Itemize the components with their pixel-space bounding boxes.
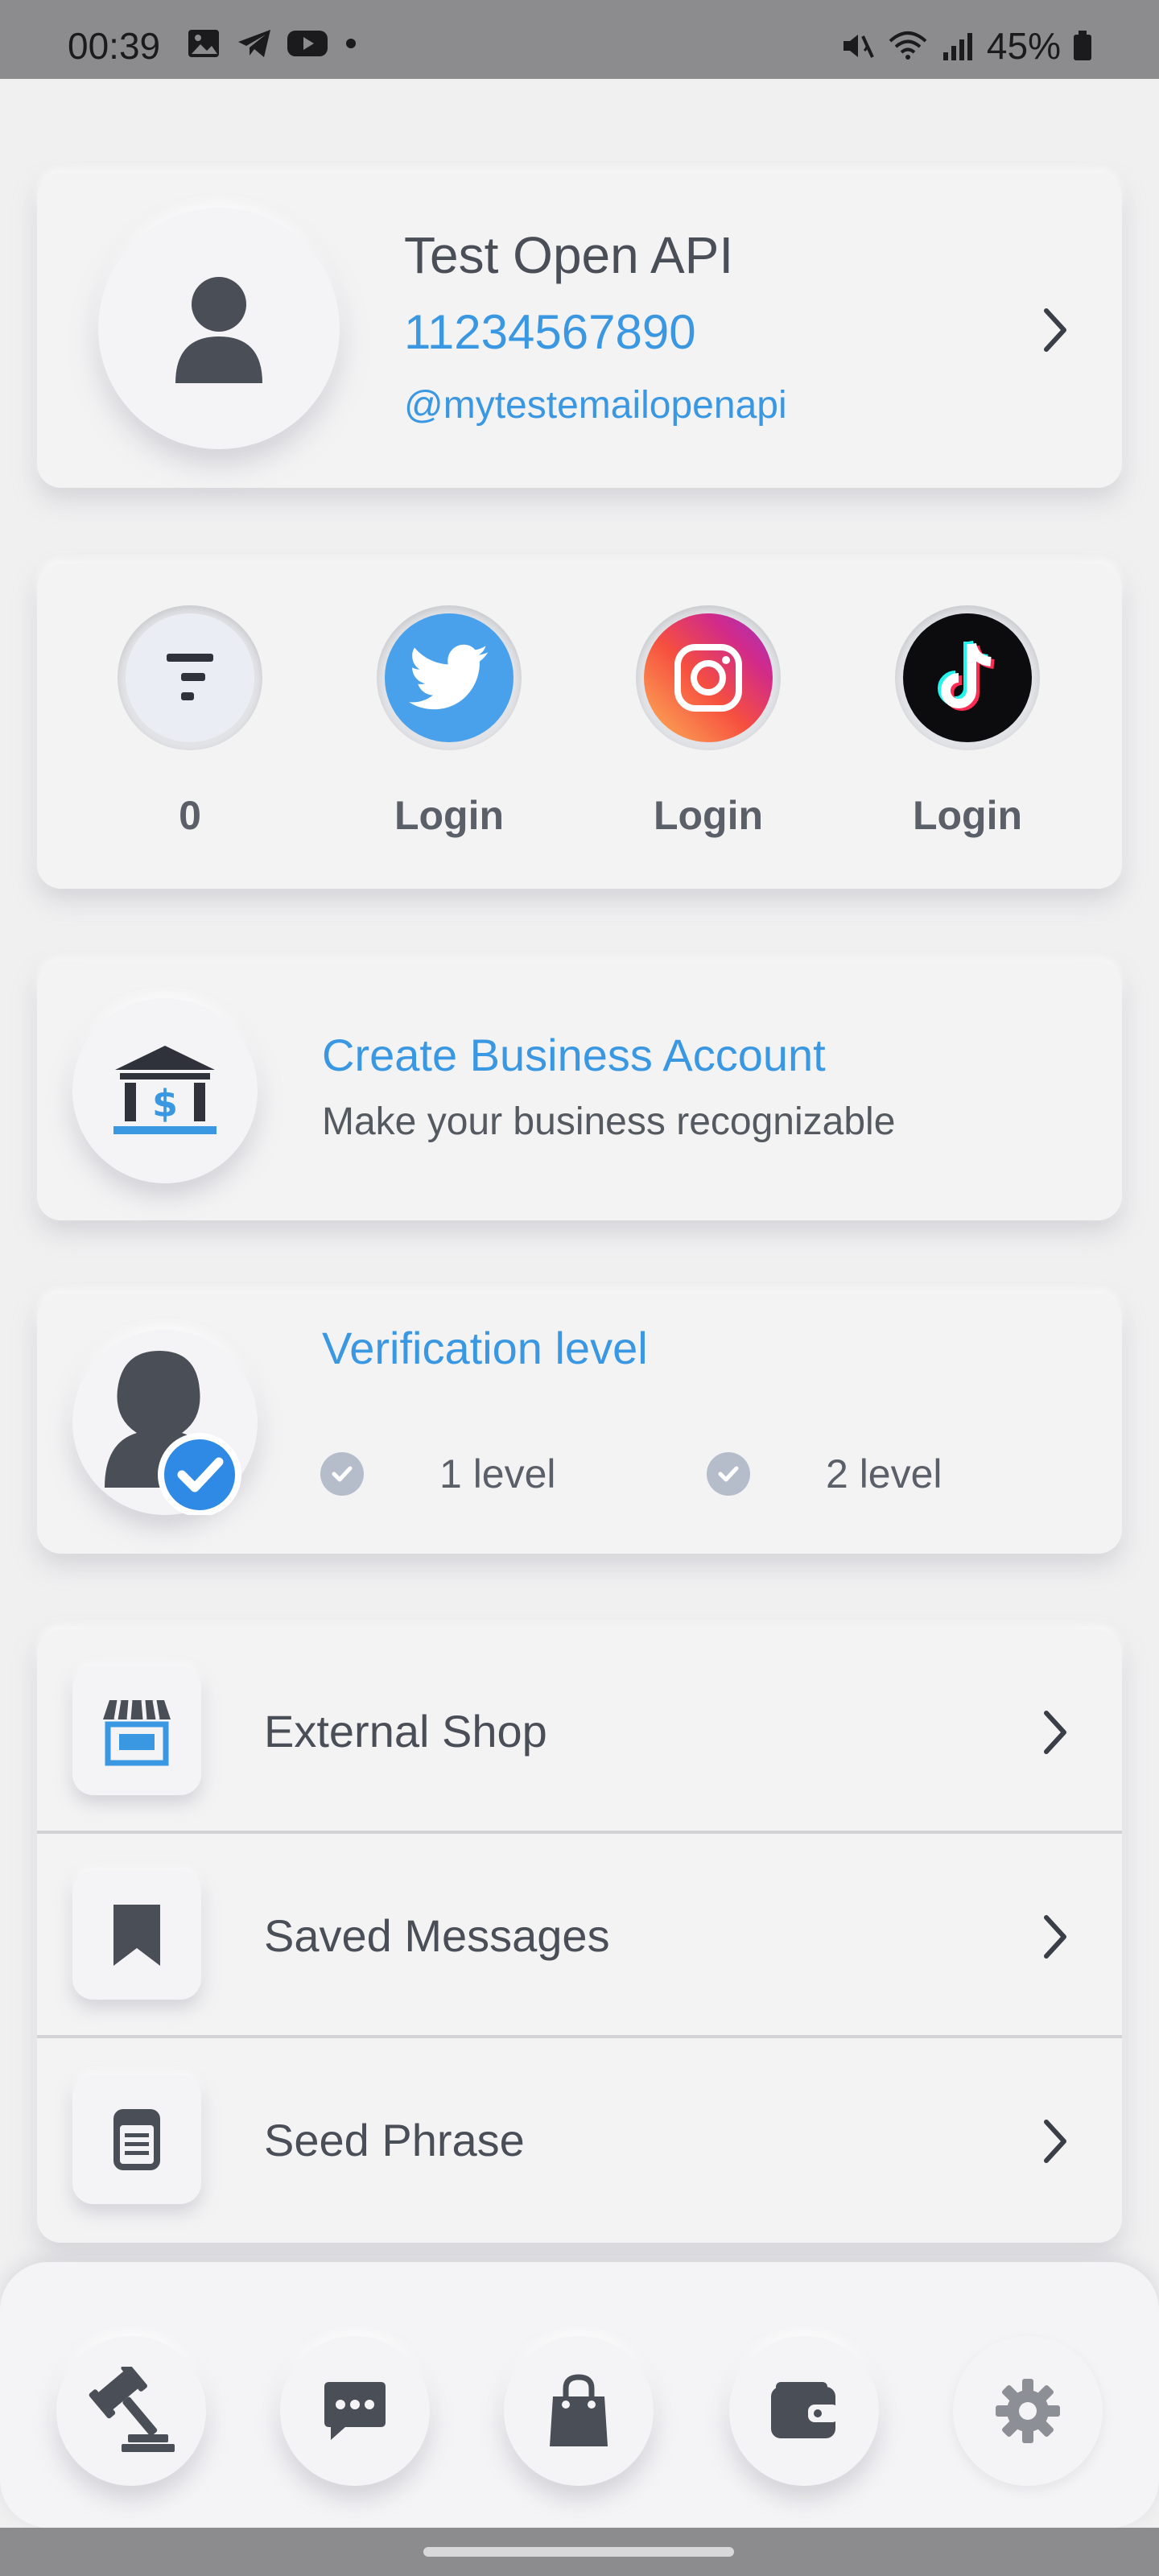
nav-auction-button[interactable] (56, 2336, 206, 2486)
nav-shop-button[interactable] (504, 2336, 654, 2486)
token-balance: 0 (179, 793, 201, 838)
instagram-login-item[interactable]: Login (628, 605, 789, 839)
youtube-icon (287, 31, 328, 56)
create-business-subtitle: Make your business recognizable (322, 1100, 896, 1143)
verified-user-icon (105, 1351, 241, 1515)
token-balance-item[interactable]: 0 (109, 605, 270, 839)
battery-percent: 45% (986, 25, 1061, 67)
verification-title: Verification level (322, 1323, 648, 1373)
nav-wallet-button[interactable] (729, 2336, 879, 2486)
token-logo-icon (167, 654, 213, 700)
nav-settings-button[interactable] (953, 2336, 1103, 2486)
verification-level-1-label: 1 level (439, 1451, 556, 1496)
chevron-right-icon (1044, 1711, 1066, 1754)
menu-item-label: Saved Messages (264, 1910, 610, 1961)
tiktok-icon (938, 640, 995, 711)
profile-card[interactable]: Test Open API 11234567890 @mytestemailop… (37, 172, 1122, 488)
wallet-icon (771, 2382, 839, 2438)
signal-icon (942, 33, 972, 60)
twitter-icon (409, 644, 489, 710)
image-icon (188, 30, 219, 57)
avatar[interactable] (98, 208, 340, 449)
status-time: 00:39 (68, 25, 161, 67)
create-business-title: Create Business Account (322, 1030, 826, 1080)
mute-icon (843, 35, 874, 58)
home-indicator[interactable] (423, 2547, 734, 2557)
battery-icon (1074, 31, 1091, 60)
nav-chat-button[interactable] (280, 2336, 430, 2486)
twitter-login-label: Login (394, 793, 505, 838)
dot-icon (346, 39, 356, 48)
bookmark-icon (72, 1871, 201, 2000)
verification-level-2-label: 2 level (826, 1451, 942, 1496)
profile-handle: @mytestemailopenapi (404, 384, 787, 427)
instagram-icon (674, 644, 742, 712)
menu-item-external-shop[interactable]: External Shop (37, 1629, 1122, 1834)
telegram-icon (238, 30, 270, 57)
status-bar: 00:39 45% (0, 0, 1159, 79)
verification-level-1: 1 level (320, 1451, 556, 1497)
gavel-icon (89, 2367, 175, 2452)
shop-icon (72, 1666, 201, 1795)
verification-card[interactable]: Verification level 1 level 2 level (37, 1293, 1122, 1554)
chevron-right-icon (1044, 1915, 1066, 1959)
check-circle-icon (707, 1452, 750, 1496)
wifi-icon (889, 31, 927, 60)
menu-item-label: External Shop (264, 1706, 547, 1757)
shopping-bag-icon (550, 2374, 608, 2446)
social-accounts-card: 0 Login Login Login (37, 564, 1122, 889)
user-icon (175, 277, 262, 383)
twitter-login-item[interactable]: Login (369, 605, 530, 839)
chat-icon (324, 2382, 386, 2440)
bank-icon-circle: $ (72, 998, 258, 1183)
menu-item-label: Seed Phrase (264, 2115, 525, 2165)
chevron-right-icon (1044, 2120, 1066, 2163)
gear-icon (996, 2379, 1060, 2443)
profile-name: Test Open API (404, 226, 734, 284)
menu-item-saved-messages[interactable]: Saved Messages (37, 1834, 1122, 2038)
profile-phone: 11234567890 (404, 305, 696, 359)
bank-icon: $ (113, 1046, 217, 1134)
document-icon (72, 2075, 201, 2204)
svg-text:$: $ (152, 1082, 178, 1125)
menu-list: External Shop Saved Messages Seed Phrase (37, 1629, 1122, 2243)
tiktok-login-label: Login (912, 793, 1023, 838)
verified-user-circle (72, 1330, 258, 1515)
bottom-navigation (0, 2262, 1159, 2528)
menu-item-seed-phrase[interactable]: Seed Phrase (37, 2038, 1122, 2243)
instagram-login-label: Login (653, 793, 764, 838)
verification-level-2: 2 level (707, 1451, 942, 1497)
tiktok-login-item[interactable]: Login (887, 605, 1048, 839)
check-circle-icon (320, 1452, 364, 1496)
create-business-card[interactable]: $ Create Business Account Make your busi… (37, 961, 1122, 1220)
chevron-right-icon[interactable] (1040, 306, 1072, 354)
